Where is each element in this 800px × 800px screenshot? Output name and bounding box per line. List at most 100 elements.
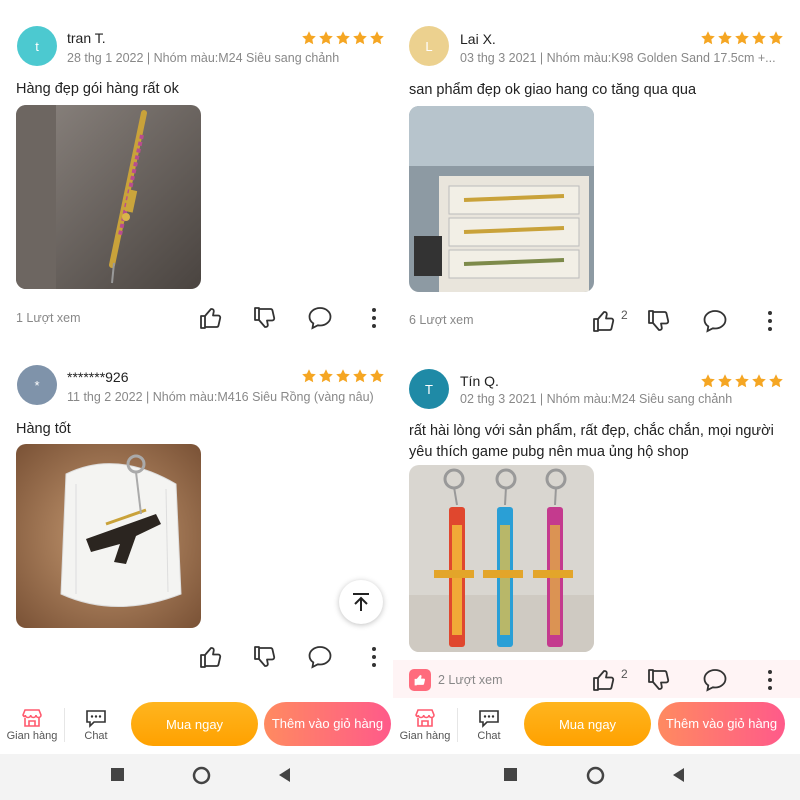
star-icon [369,368,385,384]
like-button[interactable] [591,667,617,693]
chat-icon [478,708,500,728]
avatar[interactable]: t [17,26,57,66]
store-tab[interactable]: Gian hàng [2,708,62,742]
home-icon[interactable] [586,766,605,785]
left-screen: t tran T. 28 thg 1 2022 | Nhóm màu:M24 S… [0,0,393,800]
comment-button[interactable] [307,644,333,670]
comment-icon [702,308,728,334]
bottom-action-bar: Gian hàng Chat Mua ngay Thêm vào giỏ hàn… [393,698,800,754]
add-to-cart-button[interactable]: Thêm vào giỏ hàng [658,702,785,746]
comment-icon [307,305,333,331]
star-icon [768,373,784,389]
rating-stars [700,373,784,389]
star-icon [318,368,334,384]
star-icon [301,368,317,384]
more-button[interactable] [757,667,783,693]
review-photo[interactable] [409,465,594,652]
review-comment: san phẩm đẹp ok giao hang co tăng qua qu… [409,82,697,98]
back-icon[interactable] [672,768,686,782]
review-meta: 28 thg 1 2022 | Nhóm màu:M24 Siêu sang c… [67,51,340,65]
review-photo[interactable] [409,106,594,292]
chat-tab[interactable]: Chat [66,708,126,742]
rating-stars [700,30,784,46]
recents-icon[interactable] [111,768,125,782]
avatar[interactable]: L [409,26,449,66]
dislike-button[interactable] [252,305,278,331]
view-count: 2 Lượt xem [438,673,503,687]
review-photo[interactable] [16,444,201,628]
buy-now-button[interactable]: Mua ngay [131,702,258,746]
star-icon [751,30,767,46]
dislike-button[interactable] [252,644,278,670]
rating-stars [301,30,385,46]
store-tab-label: Gian hàng [6,730,58,742]
like-highlight-bar: 2 Lượt xem 2 [393,660,800,698]
star-icon [717,373,733,389]
star-icon [717,30,733,46]
store-tab-label: Gian hàng [399,730,451,742]
comment-button[interactable] [702,667,728,693]
like-button[interactable] [198,305,224,331]
thumb-up-icon [591,308,617,334]
more-button[interactable] [361,644,387,670]
comment-icon [307,644,333,670]
store-icon [21,708,43,728]
recents-icon[interactable] [504,768,518,782]
avatar[interactable]: * [17,365,57,405]
review-meta: 02 thg 3 2021 | Nhóm màu:M24 Siêu sang c… [460,392,733,406]
chat-tab[interactable]: Chat [459,708,519,742]
reviewer-name: tran T. [67,30,106,46]
star-icon [318,30,334,46]
like-button[interactable] [591,308,617,334]
dislike-button[interactable] [646,308,672,334]
comment-button[interactable] [307,305,333,331]
store-icon [414,708,436,728]
review-photo[interactable] [16,105,201,289]
avatar-letter: T [425,381,433,397]
chat-icon [85,708,107,728]
star-icon [768,30,784,46]
store-tab[interactable]: Gian hàng [395,708,455,742]
avatar[interactable]: T [409,369,449,409]
star-icon [751,373,767,389]
like-button[interactable] [198,644,224,670]
more-vertical-icon [757,308,783,334]
more-vertical-icon [757,667,783,693]
buy-now-button[interactable]: Mua ngay [524,702,651,746]
thumb-down-icon [252,305,278,331]
like-count: 2 [621,667,628,681]
more-vertical-icon [361,644,387,670]
avatar-letter: * [34,377,40,393]
dislike-button[interactable] [646,667,672,693]
thumb-up-icon [591,667,617,693]
right-screen: L Lai X. 03 thg 3 2021 | Nhóm màu:K98 Go… [393,0,800,800]
bottom-action-bar: Gian hàng Chat Mua ngay Thêm vào giỏ hàn… [0,698,393,754]
review-comment: Hàng tốt [16,421,71,437]
scroll-to-top-button[interactable] [339,580,383,624]
reviewer-name: Tín Q. [460,373,499,389]
home-icon[interactable] [192,766,211,785]
star-icon [352,368,368,384]
more-button[interactable] [361,305,387,331]
thumb-up-icon [198,305,224,331]
review-meta: 11 thg 2 2022 | Nhóm màu:M416 Siêu Rồng … [67,390,374,404]
chat-tab-label: Chat [84,730,108,742]
star-icon [700,373,716,389]
star-icon [335,30,351,46]
more-button[interactable] [757,308,783,334]
chat-tab-label: Chat [477,730,501,742]
system-nav-bar [0,754,393,800]
view-count: 6 Lượt xem [409,313,474,327]
review-meta: 03 thg 3 2021 | Nhóm màu:K98 Golden Sand… [460,51,776,65]
add-to-cart-button[interactable]: Thêm vào giỏ hàng [264,702,391,746]
back-icon[interactable] [278,768,292,782]
thumb-down-icon [252,644,278,670]
star-icon [301,30,317,46]
more-vertical-icon [361,305,387,331]
divider [64,708,65,742]
avatar-letter: t [35,38,39,54]
review-comment: Hàng đẹp gói hàng rất ok [16,81,179,97]
reviewer-name: Lai X. [460,31,496,47]
star-icon [734,373,750,389]
comment-button[interactable] [702,308,728,334]
